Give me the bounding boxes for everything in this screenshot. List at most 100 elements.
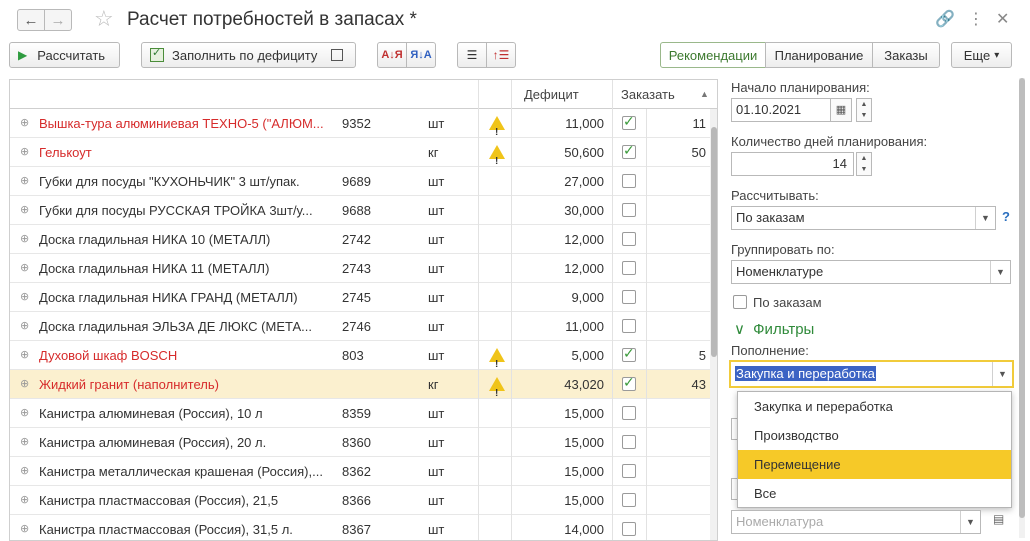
expand-icon[interactable]: ⊕: [20, 457, 32, 486]
nomenclature-input[interactable]: Номенклатура ▼: [731, 510, 981, 534]
expand-icon[interactable]: ⊕: [20, 254, 32, 283]
cell-deficit: 14,000: [564, 522, 604, 537]
expand-icon[interactable]: ⊕: [20, 486, 32, 515]
chevron-down-icon: ▾: [994, 49, 1000, 61]
scrollbar-thumb[interactable]: [1019, 78, 1025, 518]
table-row[interactable]: ⊕ Канистра алюминевая (Россия), 10 л 8359 ш…: [10, 399, 710, 428]
table-row[interactable]: ⊕ Гелькоут кг 50,600 50: [10, 138, 710, 167]
scrollbar-thumb[interactable]: [711, 127, 717, 357]
sort-descending-button[interactable]: Я↓А: [406, 42, 436, 68]
calculate-by-select[interactable]: По заказам ▼: [731, 206, 996, 230]
sort-ascending-button[interactable]: А↓Я: [377, 42, 407, 68]
expand-icon[interactable]: ⊕: [20, 428, 32, 457]
option-transfer[interactable]: Перемещение: [738, 450, 1011, 479]
link-icon[interactable]: 🔗: [935, 9, 955, 29]
expand-icon[interactable]: ⊕: [20, 109, 32, 138]
expand-icon[interactable]: ⊕: [20, 225, 32, 254]
list-select-icon[interactable]: ▤: [993, 512, 1007, 526]
order-checkbox[interactable]: [622, 203, 636, 217]
more-vertical-icon[interactable]: ⋮: [968, 9, 984, 29]
table-row[interactable]: ⊕ Канистра алюминевая (Россия), 20 л. 8360…: [10, 428, 710, 457]
table-row[interactable]: ⊕ Доска гладильная НИКА 10 (МЕТАЛЛ) 2742 шт…: [10, 225, 710, 254]
page-title: Расчет потребностей в запасах *: [127, 9, 417, 30]
order-checkbox[interactable]: [622, 435, 636, 449]
expand-icon[interactable]: ⊕: [20, 283, 32, 312]
calendar-button[interactable]: ▦: [830, 98, 852, 122]
by-orders-checkbox[interactable]: [733, 295, 747, 309]
cell-unit: кг: [428, 145, 439, 160]
chevron-down-icon[interactable]: ▼: [960, 511, 980, 533]
order-checkbox[interactable]: [622, 142, 636, 159]
help-icon[interactable]: ?: [1002, 209, 1010, 224]
panel-scrollbar[interactable]: [1019, 78, 1025, 538]
expand-icon[interactable]: ⊕: [20, 341, 32, 370]
cell-order-qty: 43: [691, 377, 706, 392]
days-spinner[interactable]: ▲ ▼: [856, 152, 872, 176]
warning-icon: [485, 428, 509, 457]
table-scrollbar[interactable]: [710, 109, 717, 540]
table-row[interactable]: ⊕ Канистра пластмассовая (Россия), 21,5 83…: [10, 486, 710, 515]
forward-button[interactable]: →: [44, 9, 72, 31]
order-checkbox[interactable]: [622, 522, 636, 536]
fill-by-deficit-button[interactable]: Заполнить по дефициту: [141, 42, 356, 68]
expand-icon[interactable]: ⊕: [20, 399, 32, 428]
option-purchase-processing[interactable]: Закупка и переработка: [738, 392, 1011, 421]
option-production[interactable]: Производство: [738, 421, 1011, 450]
order-checkbox[interactable]: [622, 406, 636, 420]
tab-recommendations[interactable]: Рекомендации: [660, 42, 766, 68]
close-icon[interactable]: ✕: [996, 9, 1009, 29]
tab-planning[interactable]: Планирование: [765, 42, 873, 68]
order-checkbox[interactable]: [622, 464, 636, 478]
cell-unit: шт: [428, 435, 445, 450]
calculate-button[interactable]: ▶ Рассчитать: [9, 42, 120, 68]
cell-order-qty: [650, 196, 710, 225]
column-order[interactable]: Заказать: [615, 80, 675, 109]
table-row[interactable]: ⊕ Доска гладильная НИКА ГРАНД (МЕТАЛЛ) 274…: [10, 283, 710, 312]
indent-list-button[interactable]: ☰: [457, 42, 487, 68]
date-spinner[interactable]: ▲ ▼: [856, 98, 872, 122]
order-checkbox[interactable]: [622, 113, 636, 130]
order-checkbox[interactable]: [622, 290, 636, 304]
table-row[interactable]: ⊕ Губки для посуды "КУХОНЬЧИК" 3 шт/упак.…: [10, 167, 710, 196]
tab-orders[interactable]: Заказы: [872, 42, 940, 68]
order-checkbox[interactable]: [622, 319, 636, 333]
expand-icon[interactable]: ⊕: [20, 196, 32, 225]
chevron-down-icon[interactable]: ▼: [990, 261, 1010, 283]
column-deficit[interactable]: Дефицит: [518, 80, 579, 109]
cell-unit: кг: [428, 377, 439, 392]
table-row[interactable]: ⊕ Доска гладильная НИКА 11 (МЕТАЛЛ) 2743 шт…: [10, 254, 710, 283]
expand-icon[interactable]: ⊕: [20, 370, 32, 399]
favorite-star-icon[interactable]: ☆: [94, 6, 114, 32]
table-row[interactable]: ⊕ Доска гладильная ЭЛЬЗА ДЕ ЛЮКС (МЕТА...…: [10, 312, 710, 341]
chevron-down-icon[interactable]: ▼: [975, 207, 995, 229]
expand-icon[interactable]: ⊕: [20, 515, 32, 540]
order-checkbox[interactable]: [622, 261, 636, 275]
table-row[interactable]: ⊕ Канистра металлическая крашеная (Россия…: [10, 457, 710, 486]
more-button[interactable]: Еще ▾: [951, 42, 1012, 68]
expand-icon[interactable]: ⊕: [20, 167, 32, 196]
days-input[interactable]: 14: [731, 152, 854, 176]
back-button[interactable]: ←: [17, 9, 45, 31]
order-checkbox[interactable]: [622, 493, 636, 507]
table-row[interactable]: ⊕ Жидкий гранит (наполнитель) кг 43,020 43: [10, 370, 710, 399]
option-all[interactable]: Все: [738, 479, 1011, 508]
cell-name: Канистра металлическая крашеная (Россия)…: [39, 464, 323, 479]
table-row[interactable]: ⊕ Духовой шкаф BOSCH 803 шт 5,000 5: [10, 341, 710, 370]
order-checkbox[interactable]: [622, 374, 636, 391]
move-up-button[interactable]: ↑☰: [486, 42, 516, 68]
table-row[interactable]: ⊕ Губки для посуды РУССКАЯ ТРОЙКА 3шт/у..…: [10, 196, 710, 225]
sort-descending-icon: Я↓А: [410, 49, 432, 61]
expand-icon[interactable]: ⊕: [20, 312, 32, 341]
start-date-input[interactable]: 01.10.2021: [731, 98, 831, 122]
expand-icon[interactable]: ⊕: [20, 138, 32, 167]
group-by-select[interactable]: Номенклатуре ▼: [731, 260, 1011, 284]
chevron-down-icon[interactable]: ▼: [992, 362, 1012, 386]
table-row[interactable]: ⊕ Канистра пластмассовая (Россия), 31,5 л…: [10, 515, 710, 540]
table-row[interactable]: ⊕ Вышка-тура алюминиевая ТЕХНО-5 ("АЛЮМ..…: [10, 109, 710, 138]
order-checkbox[interactable]: [622, 232, 636, 246]
cell-deficit: 15,000: [564, 493, 604, 508]
order-checkbox[interactable]: [622, 174, 636, 188]
filters-group-toggle[interactable]: ∨ Фильтры: [734, 320, 814, 338]
replenishment-select[interactable]: Закупка и переработка ▼: [729, 360, 1014, 388]
order-checkbox[interactable]: [622, 345, 636, 362]
